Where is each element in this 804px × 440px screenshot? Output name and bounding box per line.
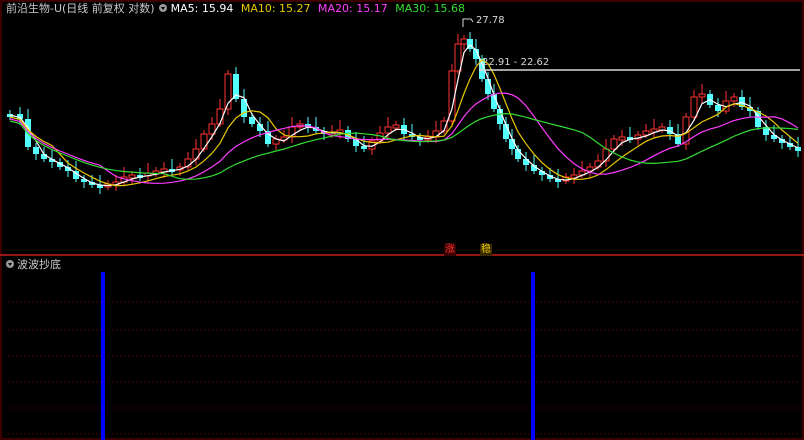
- ma5-label: MA5: 15.94: [170, 2, 234, 15]
- indicator-signal-bars: [101, 272, 535, 440]
- candle-body: [192, 148, 200, 160]
- candle-body: [33, 147, 39, 154]
- high-price-marker: [462, 18, 474, 27]
- candlestick-series: [7, 32, 801, 194]
- candle-body: [698, 93, 706, 98]
- dropdown-icon[interactable]: [158, 4, 167, 12]
- candle-body: [460, 38, 468, 45]
- ma20-label: MA20: 15.17: [318, 2, 388, 15]
- tag-wen: 稳: [480, 244, 492, 256]
- candle-body: [392, 124, 400, 129]
- candle-body: [690, 96, 698, 118]
- chart-frame: [0, 0, 804, 440]
- candle-body: [618, 136, 626, 141]
- candle-body: [361, 146, 367, 149]
- candle-body: [610, 138, 618, 150]
- candle-body: [715, 105, 721, 111]
- range-price-label: 22.91 - 22.62: [482, 57, 550, 68]
- moving-average-lines: [9, 44, 799, 187]
- high-price-label: 27.78: [476, 15, 505, 26]
- ma10-label: MA10: 15.27: [240, 2, 311, 15]
- indicator-header: 波波抄底: [6, 258, 61, 272]
- candle-body: [454, 43, 462, 72]
- signal-bar: [101, 272, 105, 440]
- grid-lines: [0, 0, 804, 440]
- candle-body: [642, 130, 650, 136]
- candle-body: [200, 133, 208, 150]
- dropdown-icon[interactable]: [6, 260, 14, 268]
- ma5-line: [9, 44, 799, 187]
- candle-body: [485, 79, 491, 94]
- outer-border: [0, 0, 804, 440]
- signal-bar: [531, 272, 535, 440]
- candle-body: [730, 96, 738, 102]
- indicator-title[interactable]: 波波抄底: [17, 258, 61, 271]
- candle-body: [509, 139, 515, 149]
- stock-title[interactable]: 前沿生物-U(日线 前复权 对数): [6, 2, 155, 15]
- main-chart-header: 前沿生物-U(日线 前复权 对数) MA5: 15.94 MA10: 15.27 …: [6, 2, 469, 16]
- tag-zhang: 涨: [444, 244, 456, 256]
- candle-body: [384, 126, 392, 134]
- candle-body: [128, 174, 136, 179]
- ma30-label: MA30: 15.68: [395, 2, 465, 15]
